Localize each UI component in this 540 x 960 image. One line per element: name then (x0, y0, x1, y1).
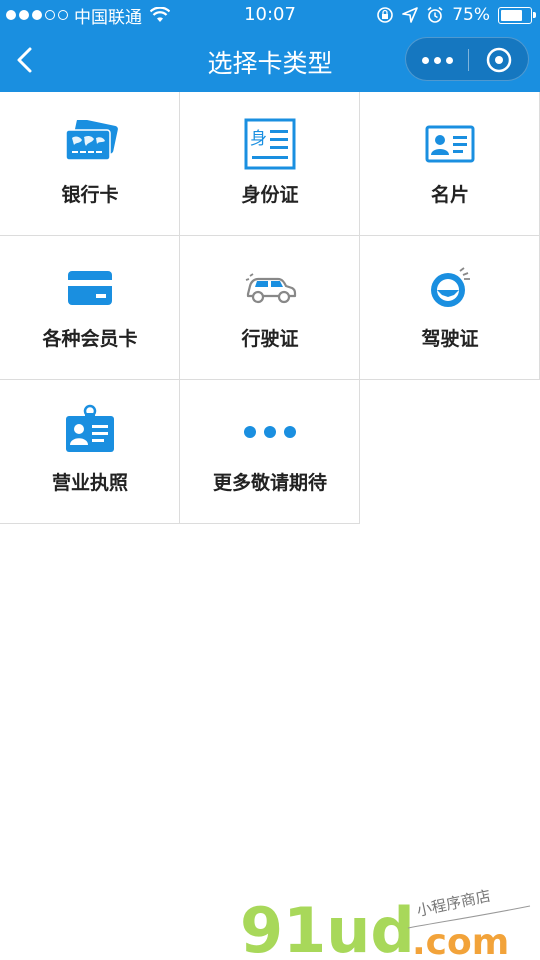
card-option-member[interactable]: 各种会员卡 (0, 236, 180, 380)
card-option-id[interactable]: 身 身份证 (180, 92, 360, 236)
card-option-label: 银行卡 (61, 184, 119, 206)
card-option-driver-license[interactable]: 驾驶证 (360, 236, 540, 380)
close-mini-program-button[interactable] (468, 38, 530, 82)
target-icon (486, 47, 512, 73)
more-dot-icon (421, 56, 429, 64)
member-card-icon (67, 271, 112, 305)
svg-text:身: 身 (250, 129, 267, 149)
mini-program-capsule (405, 37, 529, 81)
watermark-logo: 91ud .com 小程序商店 (240, 887, 531, 960)
more-dots-icon (243, 426, 296, 438)
card-option-bank[interactable]: 银行卡 (0, 92, 180, 236)
svg-text:.com: .com (412, 922, 509, 960)
alarm-icon (427, 6, 443, 23)
business-card-icon (425, 125, 474, 163)
battery-fill (501, 9, 522, 21)
battery-icon (498, 6, 536, 24)
more-menu-button[interactable] (406, 38, 468, 82)
card-option-label: 营业执照 (51, 472, 128, 494)
more-dot-icon (445, 56, 453, 64)
more-dot-icon (433, 56, 441, 64)
watermark: 91ud .com 小程序商店 (240, 880, 540, 960)
card-option-label: 更多敬请期待 (212, 472, 327, 494)
steering-wheel-icon (430, 267, 470, 307)
status-right: 75% (376, 4, 536, 26)
card-option-label: 各种会员卡 (42, 328, 138, 350)
card-option-label: 名片 (430, 184, 469, 206)
car-icon (245, 273, 296, 304)
card-option-vehicle-license[interactable]: 行驶证 (180, 236, 360, 380)
card-option-business-card[interactable]: 名片 (360, 92, 540, 236)
business-license-icon (65, 404, 114, 452)
card-option-label: 驾驶证 (421, 328, 479, 350)
card-option-more[interactable]: 更多敬请期待 (180, 380, 360, 524)
svg-text:91ud: 91ud (240, 894, 415, 960)
rotation-lock-icon (377, 7, 394, 23)
card-option-label: 身份证 (241, 184, 299, 206)
card-option-label: 行驶证 (241, 328, 299, 350)
nav-bar: 选择卡类型 (0, 30, 540, 92)
status-bar: 中国联通 10:07 75% (0, 0, 540, 30)
card-option-business-license[interactable]: 营业执照 (0, 380, 180, 524)
bank-card-icon (64, 120, 118, 161)
location-icon (402, 7, 419, 23)
battery-percent: 75% (452, 5, 490, 25)
id-card-icon: 身 (244, 118, 295, 170)
